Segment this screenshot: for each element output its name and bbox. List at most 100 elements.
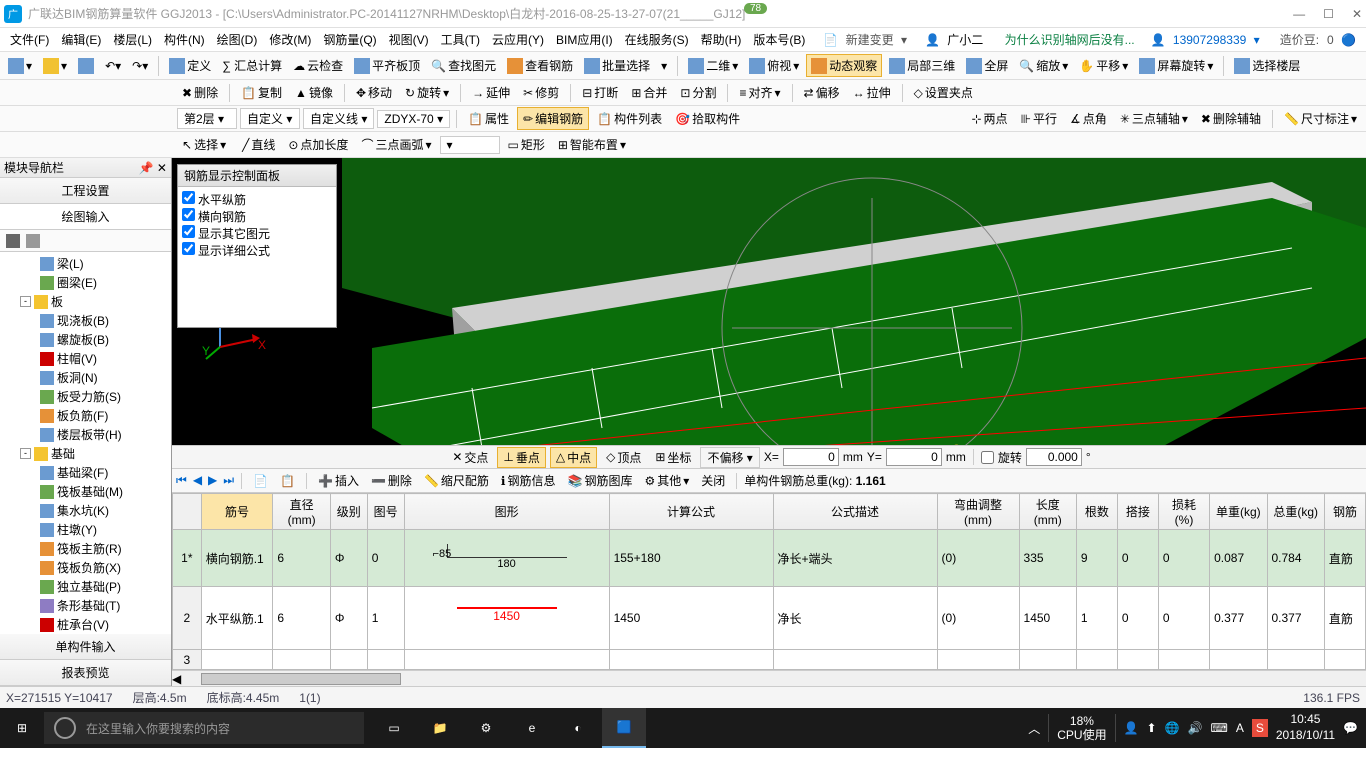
stretch-button[interactable]: ↔拉伸 (848, 82, 896, 103)
floor-dropdown[interactable]: 第2层 ▾ (177, 108, 237, 129)
menu-bim[interactable]: BIM应用(I) (552, 29, 617, 50)
display-option[interactable]: 显示详细公式 (182, 242, 332, 259)
tree-item[interactable]: 板受力筋(S) (2, 387, 169, 406)
rect-button[interactable]: ▭矩形 (503, 134, 550, 155)
tray-icon[interactable]: A (1236, 721, 1244, 735)
new-change[interactable]: 新建变更 (842, 31, 898, 49)
tray-icon[interactable]: ⬆ (1147, 721, 1157, 735)
tree-item[interactable]: 独立基础(P) (2, 577, 169, 596)
fullscreen-button[interactable]: 全屏 (962, 55, 1012, 76)
menu-version[interactable]: 版本号(B) (749, 29, 809, 50)
rebar-grid[interactable]: 筋号直径(mm)级别图号图形计算公式公式描述弯曲调整(mm)长度(mm)根数搭接… (172, 493, 1366, 670)
menu-help[interactable]: 帮助(H) (697, 29, 746, 50)
3d-viewport[interactable]: 钢筋显示控制面板 水平纵筋横向钢筋显示其它图元显示详细公式 (172, 158, 1366, 445)
account-number[interactable]: 👤 13907298339 ▾ (1147, 31, 1264, 49)
local3d-button[interactable]: 局部三维 (885, 55, 959, 76)
x-input[interactable] (783, 448, 839, 466)
nav-last[interactable]: ⏭ (223, 473, 234, 488)
tree-item[interactable]: 板负筋(F) (2, 406, 169, 425)
ptangle-button[interactable]: ∡点角 (1065, 108, 1112, 129)
tree-item[interactable]: 楼层板带(H) (2, 425, 169, 444)
menu-edit[interactable]: 编辑(E) (57, 29, 105, 50)
notifications-icon[interactable]: 💬 (1343, 721, 1358, 735)
redo-button[interactable]: ↷▾ (128, 57, 152, 75)
snap-vertex[interactable]: ◇ 顶点 (601, 448, 646, 467)
start-button[interactable]: ⊞ (0, 708, 44, 748)
complist-button[interactable]: 📋构件列表 (592, 108, 667, 129)
tree-item[interactable]: -基础 (2, 444, 169, 463)
sumcalc-button[interactable]: ∑ 汇总计算 (218, 55, 286, 76)
custom-dropdown[interactable]: 自定义 ▾ (240, 108, 300, 129)
close-button[interactable]: ✕ (1352, 7, 1362, 21)
taskbar-search[interactable]: 在这里输入你要搜索的内容 (44, 712, 364, 744)
editrebar-button[interactable]: ✏编辑钢筋 (517, 107, 589, 130)
rotate-button[interactable]: ↻旋转▾ (400, 82, 454, 103)
nav-first[interactable]: ⏮ (176, 473, 187, 488)
taskbar-clock[interactable]: 10:452018/10/11 (1276, 712, 1335, 743)
menu-view[interactable]: 视图(V) (385, 29, 433, 50)
tree-item[interactable]: 螺旋板(B) (2, 330, 169, 349)
ptlen-button[interactable]: ⊙点加长度 (283, 134, 353, 155)
minimize-button[interactable]: ― (1293, 7, 1305, 21)
rebar-info[interactable]: ℹ钢筋信息 (497, 471, 560, 490)
user-label[interactable]: 广小二 (943, 31, 987, 49)
taskview-icon[interactable]: ▭ (372, 708, 416, 748)
cloudcheck-button[interactable]: ☁云检查 (289, 55, 347, 76)
tree-item[interactable]: -板 (2, 292, 169, 311)
new-button[interactable]: ▾ (4, 56, 36, 76)
cpu-meter[interactable]: 18%CPU使用 (1048, 714, 1115, 743)
tree-item[interactable]: 柱墩(Y) (2, 520, 169, 539)
app-icon[interactable]: ◐ (556, 708, 600, 748)
tray-network-icon[interactable]: 🌐 (1165, 721, 1180, 735)
tray-up-icon[interactable]: ︿ (1028, 720, 1040, 737)
rebar-lib[interactable]: 📚钢筋图库 (563, 471, 636, 490)
draw-dropdown[interactable]: ▾ (440, 136, 500, 154)
rotate-check[interactable] (981, 451, 994, 464)
nav-prev[interactable]: ◀ (193, 473, 202, 488)
pan-button[interactable]: ✋平移▾ (1075, 55, 1132, 76)
merge-button[interactable]: ⊞合并 (626, 82, 672, 103)
offset-mode[interactable]: 不偏移 ▾ (700, 447, 759, 468)
menu-rebar[interactable]: 钢筋量(Q) (319, 29, 380, 50)
open-button[interactable]: ▾ (39, 56, 71, 76)
nav-next[interactable]: ▶ (208, 473, 217, 488)
snap-coord[interactable]: ⊞ 坐标 (650, 448, 696, 467)
menu-floor[interactable]: 楼层(L) (109, 29, 156, 50)
move-button[interactable]: ✥移动 (351, 82, 397, 103)
line-button[interactable]: ╱直线 (237, 134, 280, 155)
attr-button[interactable]: 📋属性 (463, 108, 514, 129)
y-input[interactable] (886, 448, 942, 466)
snap-mid[interactable]: △ 中点 (550, 447, 597, 468)
findimg-button[interactable]: 🔍查找图元 (427, 55, 500, 76)
select-button[interactable]: ↖选择▾ (177, 134, 231, 155)
tray-icon[interactable]: 👤 (1124, 721, 1139, 735)
copy-button[interactable]: 📋复制 (236, 82, 287, 103)
del-button[interactable]: ✖删除 (177, 82, 223, 103)
display-option[interactable]: 横向钢筋 (182, 208, 332, 225)
break-button[interactable]: ⊟打断 (577, 82, 623, 103)
tab-single-input[interactable]: 单构件输入 (0, 634, 171, 660)
smartlay-button[interactable]: ⊞智能布置▾ (553, 134, 631, 155)
tab-report-preview[interactable]: 报表预览 (0, 660, 171, 686)
threeaux-button[interactable]: ✳三点辅轴▾ (1115, 108, 1193, 129)
dimension-button[interactable]: 📏尺寸标注▾ (1279, 108, 1362, 129)
other-menu[interactable]: ⚙其他▾ (640, 471, 693, 490)
app-icon[interactable]: 🟦 (602, 708, 646, 748)
component-tree[interactable]: 梁(L)圈梁(E)-板现浇板(B)螺旋板(B)柱帽(V)板洞(N)板受力筋(S)… (0, 252, 171, 634)
menu-cloud[interactable]: 云应用(Y) (488, 29, 548, 50)
dynview-button[interactable]: 动态观察 (806, 54, 882, 77)
snap-perp[interactable]: ⊥ 垂点 (497, 447, 545, 468)
tray-keyboard-icon[interactable]: ⌨ (1211, 721, 1228, 735)
undo-button[interactable]: ↶▾ (101, 57, 125, 75)
rotate-input[interactable] (1026, 448, 1082, 466)
tree-item[interactable]: 柱帽(V) (2, 349, 169, 368)
delete-row[interactable]: ➖删除 (367, 471, 416, 490)
flattop-button[interactable]: 平齐板顶 (350, 55, 424, 76)
menu-modify[interactable]: 修改(M) (265, 29, 315, 50)
app-icon[interactable]: 📁 (418, 708, 462, 748)
extend-button[interactable]: →延伸 (467, 82, 515, 103)
tray-volume-icon[interactable]: 🔊 (1188, 721, 1203, 735)
tab-draw-input[interactable]: 绘图输入 (0, 204, 171, 230)
tree-item[interactable]: 板洞(N) (2, 368, 169, 387)
rebar-display-panel[interactable]: 钢筋显示控制面板 水平纵筋横向钢筋显示其它图元显示详细公式 (177, 164, 337, 328)
